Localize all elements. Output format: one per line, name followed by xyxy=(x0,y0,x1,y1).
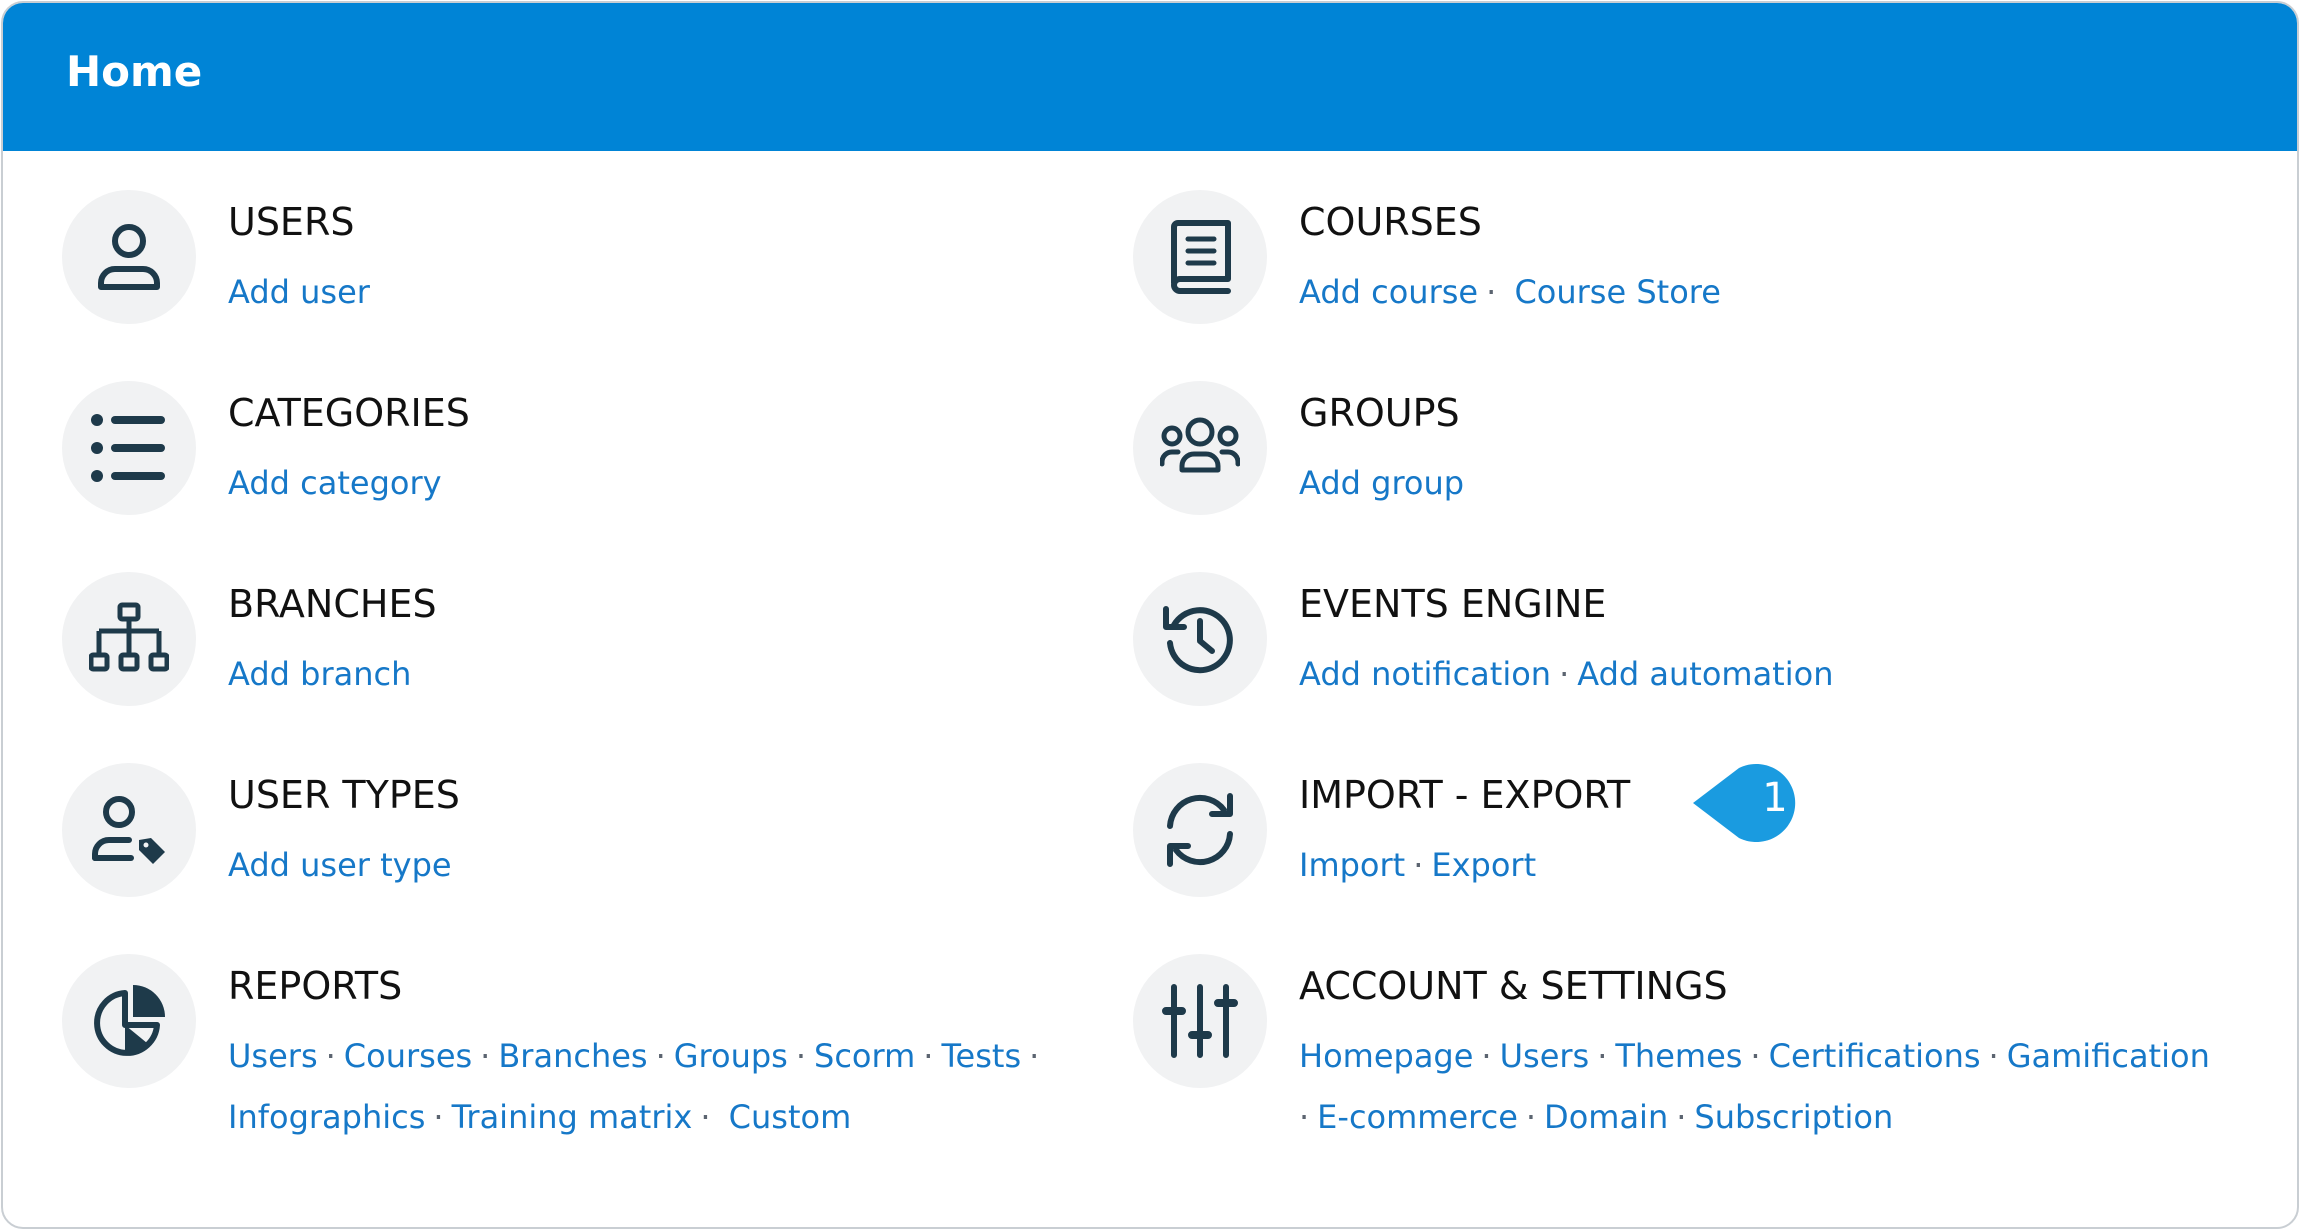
branches-title: BRANCHES xyxy=(228,582,437,626)
user-tag-icon[interactable] xyxy=(62,763,196,897)
page-title: Home xyxy=(66,47,203,96)
users-title: USERS xyxy=(228,200,355,244)
themes-link[interactable]: Themes xyxy=(1615,1037,1742,1075)
header-bar: Home xyxy=(3,3,2297,151)
import-export-links: Import · Export xyxy=(1299,835,2249,896)
separator: · xyxy=(1559,655,1570,693)
separator: · xyxy=(1988,1037,1999,1075)
callout-number: 1 xyxy=(1762,775,1788,821)
sliders-icon[interactable] xyxy=(1133,954,1267,1088)
events-engine-title: EVENTS ENGINE xyxy=(1299,582,1607,626)
reports-tests-link[interactable]: Tests xyxy=(941,1037,1021,1075)
separator: · xyxy=(480,1037,491,1075)
categories-links: Add category xyxy=(228,453,1178,514)
add-category-link[interactable]: Add category xyxy=(228,464,442,502)
events-engine-links: Add notification · Add automation xyxy=(1299,644,2249,705)
user-types-title: USER TYPES xyxy=(228,773,460,817)
separator: · xyxy=(700,1098,711,1136)
certifications-link[interactable]: Certifications xyxy=(1769,1037,1981,1075)
separator: · xyxy=(655,1037,666,1075)
gamification-link[interactable]: Gamification xyxy=(2007,1037,2210,1075)
separator: · xyxy=(795,1037,807,1075)
user-icon[interactable] xyxy=(62,190,196,324)
separator: · xyxy=(1750,1037,1761,1075)
separator: · xyxy=(1486,273,1497,311)
add-branch-link[interactable]: Add branch xyxy=(228,655,411,693)
separator: · xyxy=(325,1037,336,1075)
sync-icon[interactable] xyxy=(1133,763,1267,897)
reports-training-matrix-link[interactable]: Training matrix xyxy=(452,1098,693,1136)
add-notification-link[interactable]: Add notification xyxy=(1299,655,1551,693)
add-automation-link[interactable]: Add automation xyxy=(1577,655,1833,693)
list-icon[interactable] xyxy=(62,381,196,515)
account-settings-title: ACCOUNT & SETTINGS xyxy=(1299,964,1728,1008)
book-icon[interactable] xyxy=(1133,190,1267,324)
add-course-link[interactable]: Add course xyxy=(1299,273,1478,311)
settings-users-link[interactable]: Users xyxy=(1500,1037,1590,1075)
add-user-link[interactable]: Add user xyxy=(228,273,370,311)
import-link[interactable]: Import xyxy=(1299,846,1405,884)
reports-title: REPORTS xyxy=(228,964,403,1008)
separator: · xyxy=(1481,1037,1492,1075)
separator: · xyxy=(1597,1037,1608,1075)
groups-links: Add group xyxy=(1299,453,2249,514)
branches-links: Add branch xyxy=(228,644,1178,705)
separator: · xyxy=(1413,846,1424,884)
hierarchy-icon[interactable] xyxy=(62,572,196,706)
reports-courses-link[interactable]: Courses xyxy=(344,1037,472,1075)
course-store-link[interactable]: Course Store xyxy=(1514,273,1720,311)
reports-groups-link[interactable]: Groups xyxy=(674,1037,788,1075)
group-icon[interactable] xyxy=(1133,381,1267,515)
separator: · xyxy=(923,1037,934,1075)
history-icon[interactable] xyxy=(1133,572,1267,706)
reports-custom-link[interactable]: Custom xyxy=(729,1098,852,1136)
import-export-title: IMPORT - EXPORT xyxy=(1299,773,1631,817)
courses-title: COURSES xyxy=(1299,200,1482,244)
courses-links: Add course · Course Store xyxy=(1299,262,2249,323)
separator: · xyxy=(1029,1037,1040,1075)
groups-title: GROUPS xyxy=(1299,391,1460,435)
reports-scorm-link[interactable]: Scorm xyxy=(814,1037,915,1075)
account-settings-links: Homepage · Users · Themes · Certifications · Gam… xyxy=(1299,1026,2249,1148)
separator: · xyxy=(1299,1098,1310,1136)
add-user-type-link[interactable]: Add user type xyxy=(228,846,452,884)
homepage-link[interactable]: Homepage xyxy=(1299,1037,1473,1075)
add-group-link[interactable]: Add group xyxy=(1299,464,1464,502)
pie-chart-icon[interactable] xyxy=(62,954,196,1088)
reports-users-link[interactable]: Users xyxy=(228,1037,318,1075)
separator: · xyxy=(1525,1098,1537,1136)
users-links: Add user xyxy=(228,262,1178,323)
reports-infographics-link[interactable]: Infographics xyxy=(228,1098,425,1136)
step-callout: 1 xyxy=(1693,764,1811,842)
separator: · xyxy=(1676,1098,1687,1136)
export-link[interactable]: Export xyxy=(1431,846,1536,884)
categories-title: CATEGORIES xyxy=(228,391,470,435)
user-types-links: Add user type xyxy=(228,835,1178,896)
e-commerce-link[interactable]: E-commerce xyxy=(1317,1098,1518,1136)
reports-branches-link[interactable]: Branches xyxy=(498,1037,647,1075)
home-panel: Home USERS Add user CATEGORIES Add categ… xyxy=(1,1,2299,1229)
reports-links: Users · Courses · Branches · Groups · Scorm · Test… xyxy=(228,1026,1178,1148)
domain-link[interactable]: Domain xyxy=(1544,1098,1668,1136)
separator: · xyxy=(433,1098,444,1136)
subscription-link[interactable]: Subscription xyxy=(1694,1098,1893,1136)
